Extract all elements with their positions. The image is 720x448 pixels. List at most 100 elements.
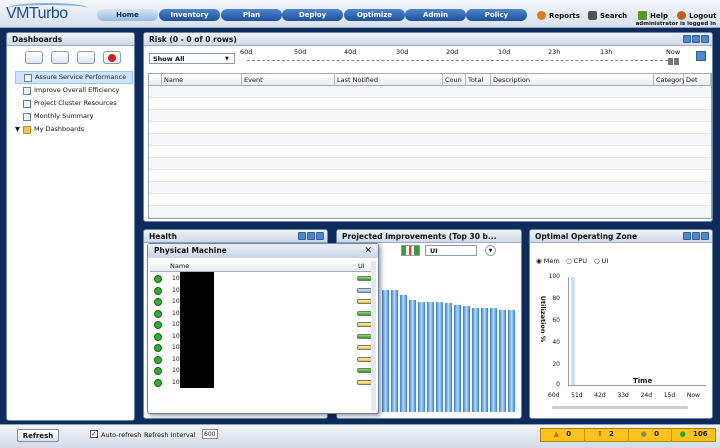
dashboard-item-improve[interactable]: Improve Overall Efficiency [15, 84, 133, 97]
radio-cpu[interactable]: ○ CPU [566, 257, 587, 265]
risk-col-header[interactable] [149, 74, 162, 86]
refresh-dashboard-button[interactable] [51, 51, 69, 64]
projected-bar [400, 294, 407, 412]
alert-summary[interactable]: ▲ 0 ! 2 ● 0 ● 106 [540, 428, 716, 442]
nav-home[interactable]: Home [97, 9, 158, 21]
logout-link[interactable]: Logout [677, 11, 716, 20]
ok-count[interactable]: ● 106 [672, 428, 715, 442]
auto-refresh-checkbox[interactable]: ✓ [90, 430, 98, 438]
utilization-bar [357, 322, 372, 327]
my-dashboards-folder[interactable]: ▼ My Dashboards [15, 123, 133, 136]
risk-col-header[interactable]: Det [684, 74, 711, 86]
risk-col-header[interactable]: Description [491, 74, 654, 86]
dashboard-tree: Assure Service Performance Improve Overa… [15, 71, 133, 136]
projected-select[interactable]: UI [425, 245, 477, 256]
popout-button[interactable] [683, 35, 691, 43]
projected-bar [481, 308, 488, 412]
close-icon[interactable]: ✕ [364, 244, 372, 258]
projected-bar [427, 302, 434, 412]
dashboard-item-assure[interactable]: Assure Service Performance [15, 71, 133, 84]
risk-grid: Name Event Last Notified Coun Total Descripti… [148, 73, 712, 219]
search-icon [588, 11, 597, 20]
maximize-button[interactable] [701, 232, 709, 240]
nav-inventory[interactable]: Inventory [159, 9, 220, 21]
critical-alert-count[interactable]: ! 2 [585, 428, 629, 442]
nav-plan[interactable]: Plan [221, 9, 282, 21]
top-bar: VMTurbo Home Inventory Plan Deploy Optim… [0, 0, 720, 28]
nav-optimize[interactable]: Optimize [344, 9, 405, 21]
dashboard-icon [24, 73, 32, 82]
ok-check-icon [154, 275, 162, 283]
refresh-button[interactable]: Refresh [17, 429, 59, 442]
table-row [149, 206, 711, 218]
risk-filter-select[interactable]: Show All [149, 53, 235, 64]
redacted-block [180, 272, 214, 388]
ooz-y-axis: 100 80 60 40 20 0 [548, 273, 560, 388]
new-dashboard-button[interactable] [25, 51, 43, 64]
utilization-bar [357, 356, 372, 362]
popout-button[interactable] [683, 232, 691, 240]
reports-link[interactable]: Reports [537, 11, 580, 20]
nav-deploy[interactable]: Deploy [282, 9, 343, 21]
table-row [149, 182, 711, 194]
maximize-button[interactable] [701, 35, 709, 43]
major-alert-count[interactable]: ▲ 0 [541, 428, 585, 442]
projected-bar [490, 308, 497, 412]
projected-bar [436, 302, 443, 412]
minor-icon: ● [640, 430, 647, 438]
optimal-zone-panel: Optimal Operating Zone ◉ Mem ○ CPU ○ UI … [529, 229, 713, 419]
risk-col-header[interactable]: Total [466, 74, 491, 86]
dashboard-item-monthly[interactable]: Monthly Summary [15, 110, 133, 123]
ooz-x-ticks: 60d 51d 42d 33d 24d 15d Now [548, 392, 700, 399]
maximize-button[interactable] [316, 232, 324, 240]
risk-col-header[interactable]: Name [162, 74, 242, 86]
ooz-plot-area [568, 277, 706, 386]
minor-alert-count[interactable]: ● 0 [629, 428, 673, 442]
pm-scrollbar[interactable] [371, 261, 376, 411]
ok-check-icon [154, 355, 162, 364]
radio-ui[interactable]: ○ UI [594, 257, 608, 265]
help-link[interactable]: Help [638, 11, 668, 20]
health-title: Health [144, 230, 327, 243]
save-dashboard-button[interactable] [77, 51, 95, 64]
projected-bar [454, 304, 461, 412]
risk-col-header[interactable]: Event [242, 74, 335, 86]
table-row [149, 134, 711, 146]
ooz-y-label: Utilization % [539, 295, 548, 343]
minimize-button[interactable] [692, 232, 700, 240]
logo: VMTurbo [6, 5, 68, 22]
nav-policy[interactable]: Policy [466, 9, 527, 21]
slider-handle[interactable] [674, 58, 679, 65]
chart-type-icon[interactable] [401, 245, 420, 256]
minimize-button[interactable] [307, 232, 315, 240]
projected-title: Projected Improvements (Top 30 b... [337, 230, 521, 243]
radio-mem[interactable]: ◉ Mem [536, 257, 560, 265]
ok-check-icon [154, 309, 162, 318]
ok-check-icon [154, 344, 162, 352]
physical-machine-popup: Physical Machine ✕ Name UI 10. 10. 10. 10. 10… [147, 243, 379, 414]
slider-handle[interactable] [668, 58, 673, 65]
timeline-slider[interactable] [247, 60, 678, 63]
utilization-bar [357, 368, 372, 373]
popout-button[interactable] [298, 232, 306, 240]
risk-col-header[interactable]: Coun [443, 74, 466, 86]
ooz-x-label: Time [633, 377, 653, 385]
utilization-bar [357, 379, 372, 385]
timeline-button[interactable] [696, 51, 706, 61]
delete-dashboard-button[interactable] [103, 51, 121, 64]
timeline-tick: 60d [240, 48, 253, 56]
table-row [149, 194, 711, 206]
chevron-down-icon[interactable]: ▼ [485, 245, 496, 256]
utilization-bar [357, 310, 372, 316]
minimize-button[interactable] [692, 35, 700, 43]
risk-col-header[interactable]: Last Notified [335, 74, 443, 86]
refresh-interval-input[interactable]: 600 [202, 429, 218, 439]
ooz-time-slider[interactable] [552, 406, 688, 409]
risk-col-header[interactable]: Category [654, 74, 686, 86]
ok-check-icon [154, 321, 162, 329]
dashboard-item-project[interactable]: Project Cluster Resources [15, 97, 133, 110]
search-link[interactable]: Search [588, 11, 627, 20]
nav-admin[interactable]: Admin [405, 9, 466, 21]
projected-bar [418, 302, 425, 412]
dashboards-title: Dashboards [7, 33, 134, 46]
